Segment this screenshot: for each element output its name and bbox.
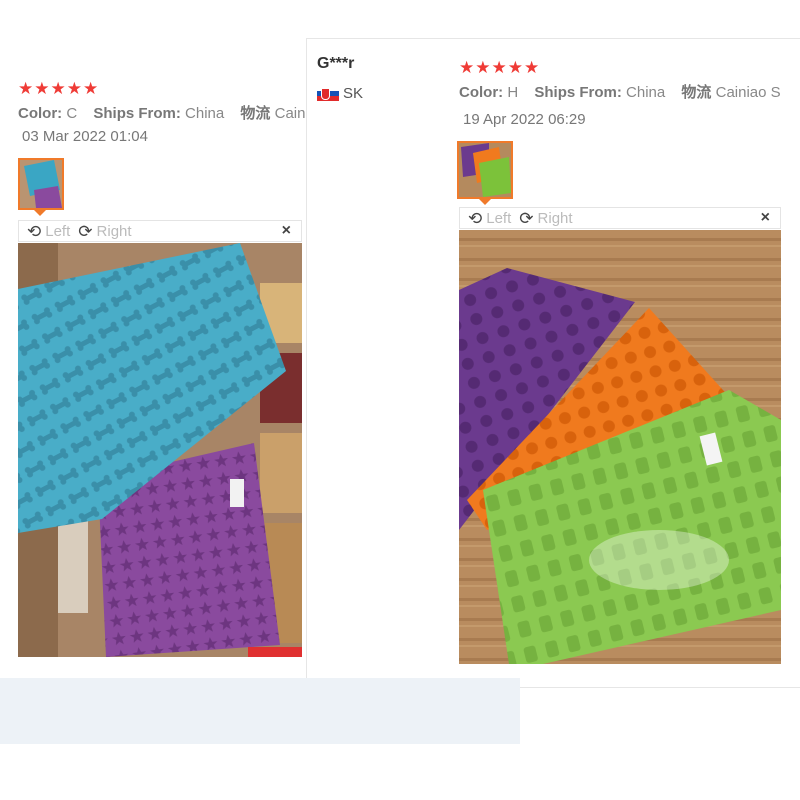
- star-rating: ★★★★★: [18, 79, 100, 98]
- rotate-left-button[interactable]: ⟲ Left: [468, 210, 511, 227]
- review-photo-large[interactable]: [18, 243, 302, 657]
- review-date: 03 Mar 2022 01:04: [22, 128, 148, 145]
- review-card-right: G***r SK ★★★★★ Color: H Ships From: Chin…: [306, 38, 800, 688]
- rotate-right-button[interactable]: ⟳ Right: [519, 210, 572, 227]
- rotate-right-icon: ⟳: [78, 221, 93, 241]
- close-icon[interactable]: ×: [282, 222, 291, 240]
- rotate-left-label: Left: [486, 209, 512, 227]
- attr-key-logistics: 物流: [681, 84, 712, 101]
- image-viewer-toolbar: ⟲ Left ⟳ Right ×: [18, 220, 302, 242]
- star-rating: ★★★★★: [459, 58, 541, 77]
- thumbnail-caret: [34, 210, 46, 216]
- country-code: SK: [343, 85, 364, 102]
- rotate-right-button[interactable]: ⟳ Right: [78, 223, 131, 240]
- review-photo-large[interactable]: [459, 230, 781, 664]
- attr-value-ships-from: China: [185, 105, 225, 122]
- attr-value-color: C: [66, 105, 78, 122]
- rotate-right-label: Right: [96, 222, 132, 240]
- attr-value-logistics: Cainiao S: [715, 84, 781, 101]
- attr-key-color: Color:: [459, 84, 504, 101]
- thumbnail-caret: [479, 199, 491, 205]
- review-attributes: Color: H Ships From: China 物流 Cainiao S: [459, 81, 793, 102]
- attr-key-ships-from: Ships From:: [534, 84, 622, 101]
- review-card-left: ★★★★★ Color: C Ships From: China 物流 Cain…: [0, 60, 306, 680]
- rotate-left-icon: ⟲: [27, 221, 42, 241]
- attr-value-logistics: Cainiao: [274, 105, 306, 122]
- attr-key-ships-from: Ships From:: [93, 105, 181, 122]
- attr-key-color: Color:: [18, 105, 63, 122]
- rotate-left-button[interactable]: ⟲ Left: [27, 223, 70, 240]
- rotate-left-icon: ⟲: [468, 208, 483, 228]
- review-attributes: Color: C Ships From: China 物流 Cainiao: [18, 102, 306, 123]
- slovakia-flag-icon: [317, 86, 339, 101]
- rotate-left-label: Left: [45, 222, 71, 240]
- image-viewer-toolbar: ⟲ Left ⟳ Right ×: [459, 207, 781, 229]
- attr-key-logistics: 物流: [240, 105, 271, 122]
- reviewer-name: G***r: [317, 55, 355, 72]
- review-photo-thumbnail[interactable]: [18, 158, 64, 210]
- reviewer-country: SK: [317, 85, 363, 102]
- rotate-right-icon: ⟳: [519, 208, 534, 228]
- review-date: 19 Apr 2022 06:29: [463, 111, 586, 128]
- review-photo-thumbnail[interactable]: [457, 141, 513, 199]
- attr-value-color: H: [507, 84, 519, 101]
- close-icon[interactable]: ×: [761, 209, 770, 227]
- footer-band: [0, 678, 520, 744]
- rotate-right-label: Right: [537, 209, 573, 227]
- attr-value-ships-from: China: [626, 84, 666, 101]
